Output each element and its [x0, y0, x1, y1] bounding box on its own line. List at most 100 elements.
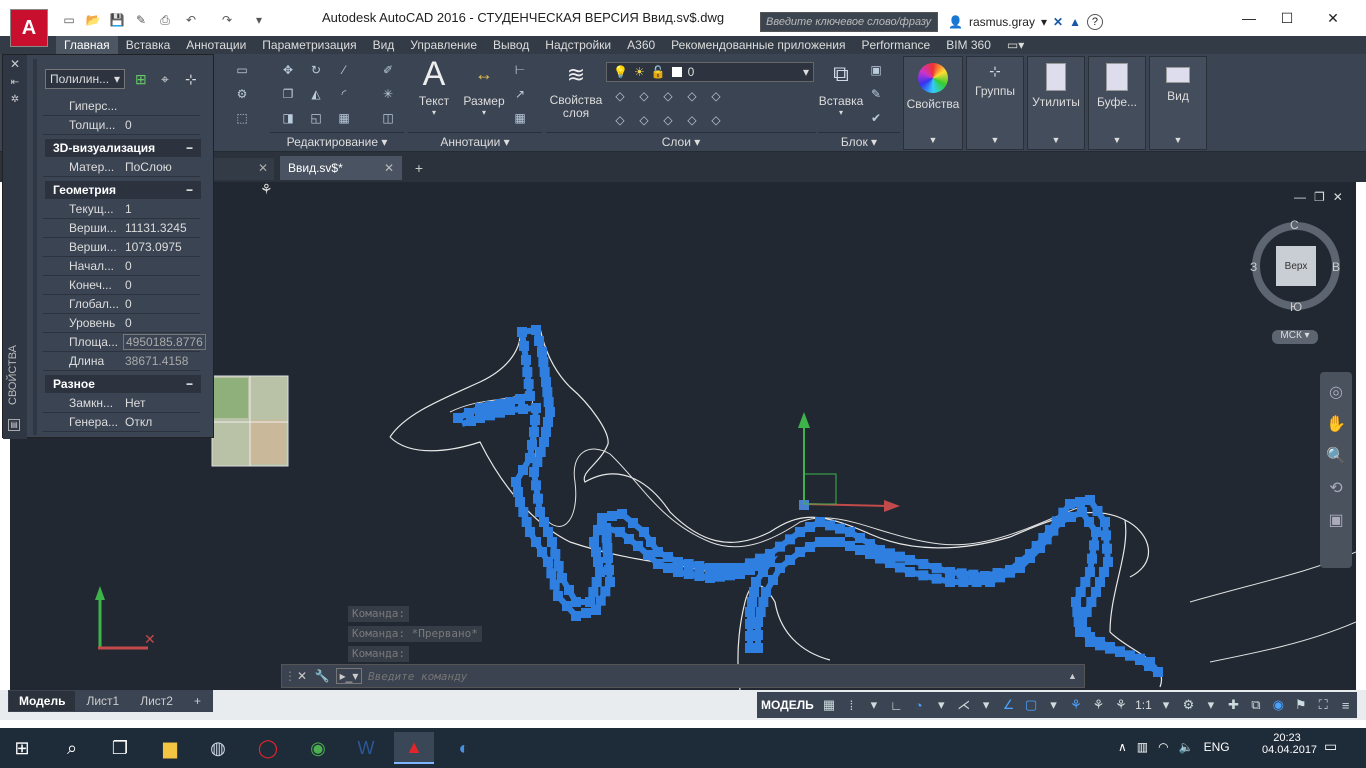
- tab-output[interactable]: Вывод: [485, 36, 537, 54]
- vertex-grip[interactable]: [747, 597, 757, 607]
- vertex-grip[interactable]: [673, 557, 683, 567]
- vertex-grip[interactable]: [931, 563, 942, 573]
- vertex-grip[interactable]: [1085, 567, 1095, 577]
- viewcube-west[interactable]: З: [1250, 260, 1257, 274]
- collapse-icon[interactable]: −: [186, 141, 193, 155]
- vertex-grip[interactable]: [545, 407, 555, 417]
- vertex-grip[interactable]: [564, 585, 574, 595]
- vertex-grip[interactable]: [531, 325, 541, 335]
- viewport-controls[interactable]: —❐✕: [1294, 190, 1351, 204]
- workspace-gear-icon[interactable]: ⚙: [1177, 694, 1199, 716]
- tab-addins[interactable]: Надстройки: [537, 36, 619, 54]
- dimension-button[interactable]: ↔ Размер ▾: [460, 58, 508, 118]
- vertex-grip[interactable]: [591, 577, 602, 587]
- vertex-grip[interactable]: [475, 403, 485, 413]
- annotation-monitor-icon[interactable]: ✚: [1222, 694, 1244, 716]
- vertex-grip[interactable]: [745, 607, 755, 617]
- vertex-grip[interactable]: [895, 562, 905, 573]
- word-icon[interactable]: W: [346, 732, 386, 764]
- model-space-button[interactable]: МОДЕЛЬ: [757, 698, 818, 712]
- vertex-grip[interactable]: [1035, 543, 1045, 553]
- vertex-grip[interactable]: [601, 533, 612, 543]
- vertex-grip[interactable]: [1087, 553, 1097, 564]
- undo-icon[interactable]: ↶: [182, 12, 200, 28]
- prop-row[interactable]: Уровень 0: [43, 314, 200, 333]
- doc-tab-close-icon[interactable]: ✕: [214, 158, 274, 180]
- vertex-grip[interactable]: [495, 407, 505, 418]
- vertex-grip[interactable]: [495, 399, 505, 409]
- vertex-grip[interactable]: [785, 534, 795, 545]
- vertex-grip[interactable]: [1075, 497, 1085, 507]
- vertex-grip[interactable]: [530, 415, 540, 425]
- grid-icon[interactable]: ▦: [818, 694, 840, 716]
- fullscreen-icon[interactable]: ⛶: [1312, 694, 1334, 716]
- vertex-grip[interactable]: [765, 557, 775, 567]
- vertex-grip[interactable]: [518, 507, 529, 517]
- file-explorer-icon[interactable]: ▆: [150, 732, 190, 764]
- vertex-grip[interactable]: [1080, 577, 1091, 587]
- vertex-grip[interactable]: [531, 480, 541, 491]
- vertex-grip[interactable]: [1095, 577, 1105, 587]
- showmotion-icon[interactable]: ▣: [1328, 510, 1343, 530]
- toggle-pickadd-icon[interactable]: ⊞: [135, 71, 147, 88]
- vertex-grip[interactable]: [855, 545, 865, 555]
- properties-group-button[interactable]: Свойства ▼: [903, 56, 963, 150]
- tab-featured-apps[interactable]: Рекомендованные приложения: [663, 36, 853, 54]
- vertex-grip[interactable]: [525, 453, 535, 463]
- vertex-grip[interactable]: [945, 567, 955, 577]
- vertex-grip[interactable]: [918, 559, 929, 569]
- tab-parametric[interactable]: Параметризация: [254, 36, 364, 54]
- tab-a360[interactable]: A360: [619, 36, 663, 54]
- grip-handle[interactable]: ⋮: [284, 669, 296, 683]
- app-menu-button[interactable]: A: [10, 9, 48, 47]
- doc-tab-active[interactable]: Ввид.sv$* ✕: [280, 156, 402, 180]
- annotation-visibility-icon[interactable]: ⚘: [1065, 694, 1087, 716]
- prop-row[interactable]: Замкн... Нет: [43, 394, 200, 413]
- pan-icon[interactable]: ✋: [1326, 414, 1346, 434]
- vertex-grip[interactable]: [1015, 563, 1025, 573]
- vertex-grip[interactable]: [539, 437, 549, 447]
- viewcube-south[interactable]: Ю: [1290, 300, 1302, 314]
- object-type-dropdown[interactable]: Полилин... ▾: [45, 69, 125, 89]
- layer-tool-icon[interactable]: ◇: [708, 88, 724, 104]
- vertex-grip[interactable]: [995, 572, 1005, 583]
- vertex-grip[interactable]: [931, 573, 942, 584]
- tray-expand-icon[interactable]: ∧: [1118, 740, 1127, 754]
- vertex-grip[interactable]: [541, 377, 551, 387]
- print-icon[interactable]: ⎙: [156, 12, 174, 28]
- vertex-grip[interactable]: [755, 561, 765, 571]
- vertex-grip[interactable]: [1092, 506, 1103, 516]
- vertex-grip[interactable]: [646, 537, 656, 547]
- vertex-grip[interactable]: [1085, 632, 1095, 642]
- chevron-down-icon[interactable]: ▾: [1200, 694, 1222, 716]
- prop-row[interactable]: Верши... 1073.0975: [43, 238, 200, 257]
- tab-annotate[interactable]: Аннотации: [178, 36, 254, 54]
- vertex-grip[interactable]: [958, 577, 969, 587]
- tab-bim360[interactable]: BIM 360: [938, 36, 999, 54]
- vertex-grip[interactable]: [527, 440, 537, 450]
- search-input[interactable]: Введите ключевое слово/фразу: [760, 12, 938, 32]
- vertex-grip[interactable]: [745, 619, 755, 629]
- layout-tab-sheet1[interactable]: Лист1: [76, 691, 130, 711]
- isodraft-icon[interactable]: ⋌: [953, 694, 975, 716]
- vertex-grip[interactable]: [705, 563, 715, 573]
- vertex-grip[interactable]: [694, 571, 705, 581]
- layer-tool-icon[interactable]: ◇: [660, 88, 676, 104]
- copy-tool-icon[interactable]: ❐: [280, 86, 296, 102]
- vertex-grip[interactable]: [588, 587, 599, 597]
- vertex-grip[interactable]: [1071, 597, 1081, 607]
- google-earth-icon[interactable]: ◐: [444, 732, 484, 764]
- vertex-grip[interactable]: [571, 611, 581, 621]
- layer-tool-icon[interactable]: ◇: [684, 112, 700, 128]
- vertex-grip[interactable]: [531, 403, 541, 413]
- close-icon[interactable]: ✕: [3, 57, 27, 71]
- steering-wheel-icon[interactable]: ◎: [1329, 382, 1343, 402]
- vertex-grip[interactable]: [761, 587, 771, 597]
- prop-row[interactable]: Верши... 11131.3245: [43, 219, 200, 238]
- vertex-grip[interactable]: [905, 555, 915, 565]
- vertex-grip[interactable]: [1085, 495, 1095, 505]
- groups-group-button[interactable]: ⊹ Группы ▼: [966, 56, 1024, 150]
- new-tab-button[interactable]: +: [408, 160, 430, 178]
- vertex-grip[interactable]: [865, 539, 875, 549]
- vertex-grip[interactable]: [519, 341, 529, 351]
